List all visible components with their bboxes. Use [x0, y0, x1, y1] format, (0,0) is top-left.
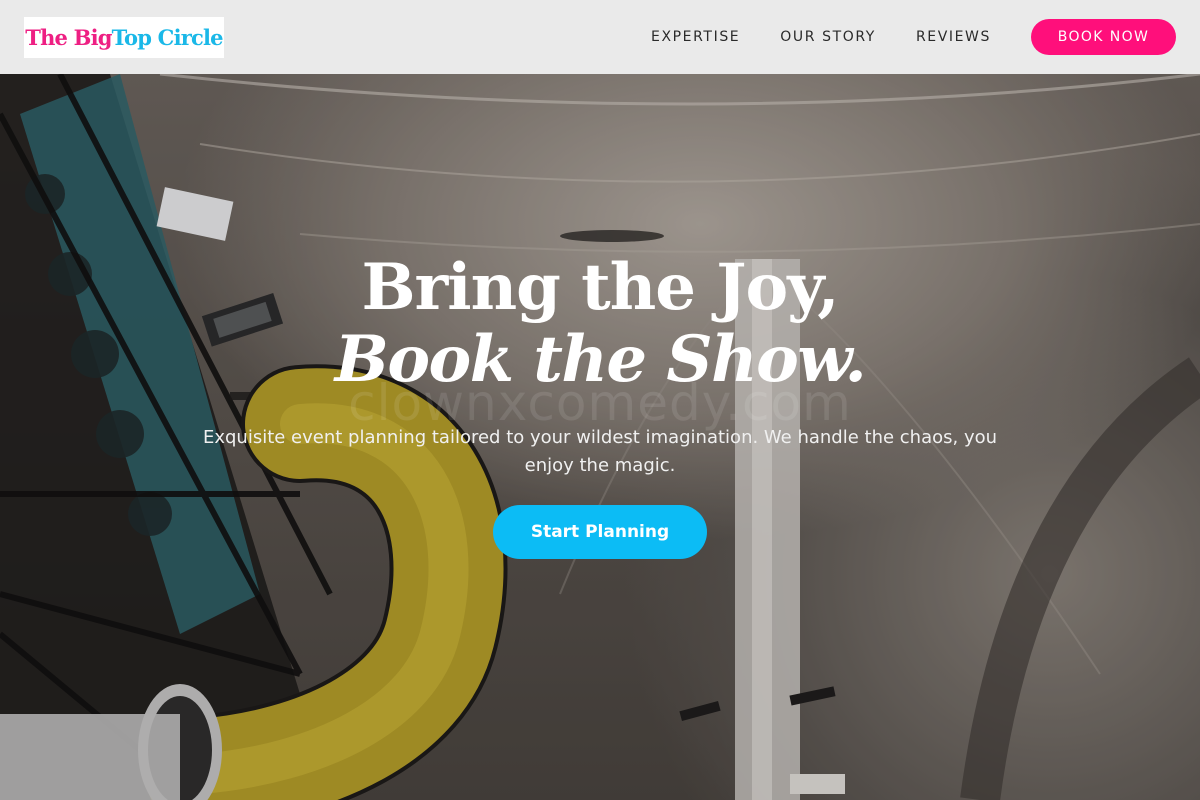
hero-headline-line2: Book the Show. [334, 322, 867, 397]
logo-text-part2: Top Circle [111, 24, 224, 50]
start-planning-button[interactable]: Start Planning [493, 505, 707, 559]
hero-section: clownxcomedy.com Bring the Joy, Book the… [0, 74, 1200, 800]
nav-link-our-story[interactable]: OUR STORY [780, 29, 876, 45]
nav-link-expertise[interactable]: EXPERTISE [651, 29, 740, 45]
book-now-button[interactable]: BOOK NOW [1031, 19, 1176, 55]
hero-headline-line1: Bring the Joy, [361, 250, 839, 325]
site-header: The Big Top Circle EXPERTISE OUR STORY R… [0, 0, 1200, 74]
hero-subtitle: Exquisite event planning tailored to you… [202, 427, 998, 476]
main-nav: EXPERTISE OUR STORY REVIEWS BOOK NOW [611, 19, 1176, 55]
site-logo[interactable]: The Big Top Circle [24, 16, 224, 58]
logo-text-part1: The Big [25, 24, 112, 50]
nav-link-reviews[interactable]: REVIEWS [916, 29, 991, 45]
